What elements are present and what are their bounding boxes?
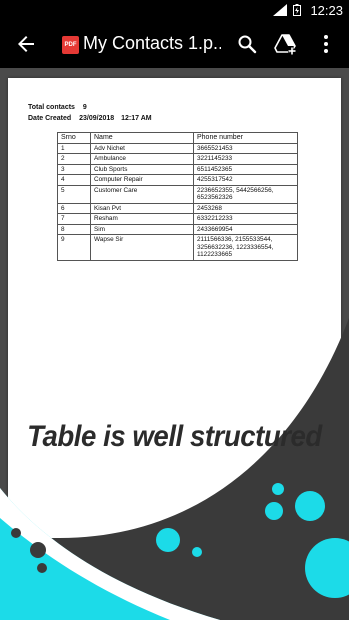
cell-name: Computer Repair <box>90 174 194 186</box>
table-row: 3 Club Sports 6511452365 <box>57 163 298 175</box>
table-row: 2 Ambulance 3221145233 <box>57 153 298 165</box>
table-row: 4 Computer Repair 4255317542 <box>57 174 298 186</box>
cell-srno: 3 <box>57 163 91 175</box>
search-icon[interactable] <box>235 32 259 56</box>
cell-srno: 9 <box>57 234 91 261</box>
table-header-row: Srno Name Phone number <box>57 132 298 144</box>
total-contacts-label: Total contacts <box>28 104 75 111</box>
table-row: 1 Adv Nichet 3665521453 <box>57 142 298 154</box>
cell-phone: 2453268 <box>193 202 298 214</box>
table-row: 5 Customer Care 2236652355, 5442566256, … <box>57 184 298 204</box>
cell-phone: 2111566336, 2155533544, 3256632236, 1223… <box>193 234 298 261</box>
cell-phone: 3221145233 <box>193 153 298 165</box>
cell-srno: 8 <box>57 223 91 235</box>
promo-caption: Table is well structured <box>27 420 322 453</box>
cell-name: Ambulance <box>90 153 194 165</box>
cell-name: Customer Care <box>90 184 194 204</box>
more-options-icon[interactable] <box>314 32 338 56</box>
status-icons <box>273 4 301 16</box>
cell-phone: 4255317542 <box>193 174 298 186</box>
table-row: 6 Kisan Pvt 2453268 <box>57 202 298 214</box>
cell-srno: 5 <box>57 184 91 204</box>
cell-name: Adv Nichet <box>90 142 194 154</box>
cell-srno: 4 <box>57 174 91 186</box>
back-arrow-icon[interactable] <box>14 32 38 56</box>
pdf-file-icon: PDF <box>62 36 79 54</box>
cell-name: Sim <box>90 223 194 235</box>
date-created-value: 23/09/2018 <box>79 115 115 122</box>
status-time: 12:23 <box>310 3 343 18</box>
signal-icon <box>273 4 287 16</box>
cell-phone: 6332212233 <box>193 213 298 225</box>
cell-name: Kisan Pvt <box>90 202 194 214</box>
bubble-dot <box>37 563 47 573</box>
contacts-table: Srno Name Phone number 1 Adv Nichet 3665… <box>57 132 298 261</box>
app-bar: PDF My Contacts 1.p... <box>0 20 349 68</box>
table-row: 7 Resham 6332212233 <box>57 213 298 225</box>
total-contacts-value: 9 <box>82 104 87 111</box>
cell-phone: 6511452365 <box>193 163 298 175</box>
cell-srno: 1 <box>57 142 91 154</box>
cell-phone: 2433669954 <box>193 223 298 235</box>
table-row: 8 Sim 2433669954 <box>57 223 298 235</box>
add-to-drive-icon[interactable] <box>274 32 298 56</box>
header-srno: Srno <box>57 132 91 144</box>
pdf-viewer[interactable]: Total contacts 9 Date Created 23/09/2018… <box>0 68 349 620</box>
status-bar: 12:23 <box>0 0 349 20</box>
cell-srno: 6 <box>57 202 91 214</box>
date-created-line: Date Created 23/09/2018 12:17 AM <box>28 115 152 122</box>
total-contacts-line: Total contacts 9 <box>28 104 87 111</box>
header-name: Name <box>90 132 194 144</box>
date-created-label: Date Created <box>28 115 72 122</box>
cell-srno: 2 <box>57 153 91 165</box>
cell-phone: 2236652355, 5442566256, 6523562326 <box>193 184 298 204</box>
cell-name: Wapse Sir <box>90 234 194 261</box>
document-title: My Contacts 1.p... <box>83 33 221 53</box>
pdf-page: Total contacts 9 Date Created 23/09/2018… <box>8 78 341 548</box>
battery-icon <box>293 4 301 16</box>
header-phone: Phone number <box>193 132 298 144</box>
cell-name: Resham <box>90 213 194 225</box>
cell-srno: 7 <box>57 213 91 225</box>
cell-name: Club Sports <box>90 163 194 175</box>
cell-phone: 3665521453 <box>193 142 298 154</box>
time-created-value: 12:17 AM <box>121 115 152 122</box>
table-row: 9 Wapse Sir 2111566336, 2155533544, 3256… <box>57 234 298 261</box>
bubble-dot <box>192 547 202 557</box>
